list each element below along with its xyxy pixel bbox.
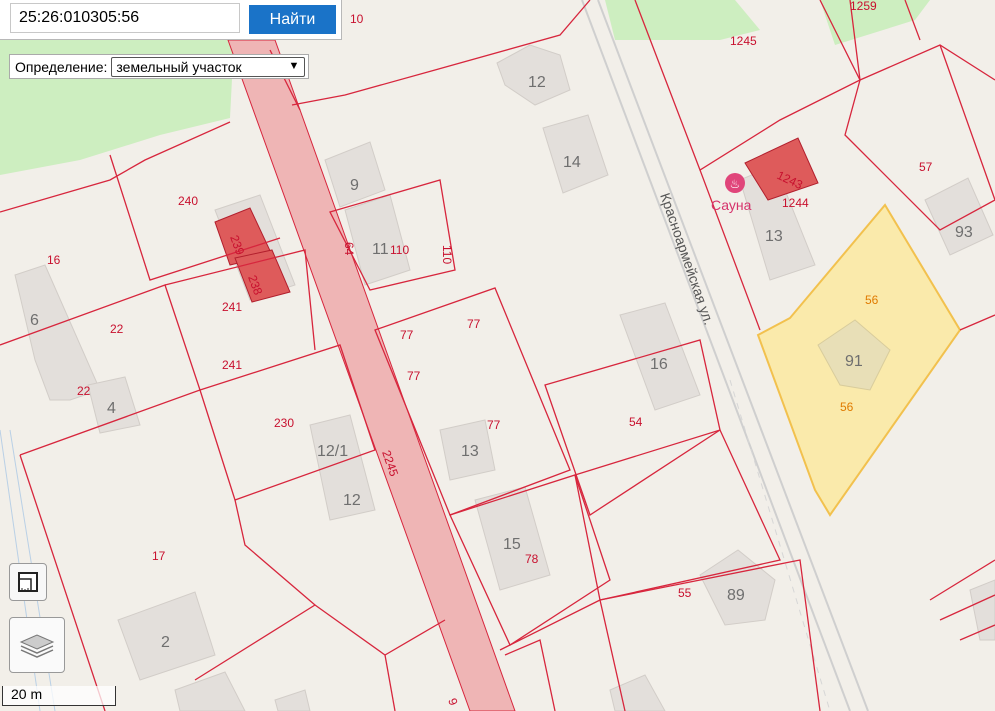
- house-number: 91: [845, 353, 863, 370]
- parcel-number: 77: [467, 317, 481, 331]
- parcel-number: 54: [629, 415, 643, 429]
- parcel-number: 77: [487, 418, 501, 432]
- layers-icon: [19, 634, 55, 658]
- parcel-number: 1259: [850, 0, 877, 13]
- parcel-number: 57: [919, 160, 933, 174]
- parcel-number: 10: [350, 12, 364, 26]
- parcel-number: 55: [678, 586, 692, 600]
- house-number: 11: [372, 241, 389, 258]
- parcel-number: 22: [77, 384, 91, 398]
- chevron-down-icon: ▼: [288, 59, 300, 72]
- ruler-icon: [18, 572, 38, 592]
- scale-bar: 20 m: [2, 686, 116, 706]
- parcel-number: 110: [440, 245, 454, 264]
- selected-parcel-label: 56: [840, 400, 854, 414]
- house-number: 89: [727, 587, 745, 604]
- parcel-number: 77: [400, 328, 414, 342]
- sauna-icon-glyph: ♨: [730, 177, 741, 191]
- parcel-number: 77: [407, 369, 421, 383]
- parcel-number: 17: [152, 549, 166, 563]
- definition-selected-value: земельный участок: [116, 58, 242, 75]
- parcel-number: 241: [222, 358, 242, 372]
- find-button[interactable]: Найти: [249, 5, 336, 34]
- layers-button[interactable]: [9, 617, 65, 673]
- parcel-number: 78: [525, 552, 539, 566]
- parcel-number: 240: [178, 194, 198, 208]
- parcel-number: 230: [274, 416, 294, 430]
- parcel-number: 22: [110, 322, 124, 336]
- scale-label: 20 m: [11, 686, 43, 702]
- parcel-number: 16: [47, 253, 61, 267]
- house-number: 12: [528, 74, 546, 91]
- house-number: 2: [161, 634, 170, 651]
- house-number: 4: [107, 400, 116, 417]
- poi-label: Сауна: [711, 197, 752, 213]
- house-number: 14: [563, 154, 581, 171]
- house-number: 93: [955, 224, 973, 241]
- cadastral-search-input[interactable]: [10, 3, 240, 33]
- house-number: 15: [503, 536, 521, 553]
- house-number: 12: [343, 492, 361, 509]
- selected-parcel-label: 56: [865, 293, 879, 307]
- ruler-button[interactable]: [9, 563, 47, 601]
- house-number: 13: [461, 443, 479, 460]
- house-number: 6: [30, 312, 39, 329]
- parcel-number: 241: [222, 300, 242, 314]
- parcel-number: 110: [390, 243, 409, 257]
- parcel-number: 64: [342, 242, 356, 256]
- house-number: 13: [765, 228, 783, 245]
- parcel-number: 1244: [782, 196, 809, 210]
- definition-select[interactable]: земельный участок ▼: [111, 56, 306, 77]
- definition-panel: Определение: земельный участок ▼: [9, 54, 310, 79]
- cadastral-map[interactable]: Красноармейская ул. 2245 ♨ Сауна 12 14 9…: [0, 0, 995, 711]
- house-number: 9: [350, 177, 359, 194]
- parcel-number: 1245: [730, 34, 757, 48]
- search-panel: Найти: [0, 0, 342, 40]
- house-number: 16: [650, 356, 668, 373]
- house-number: 12/1: [317, 443, 348, 460]
- definition-label: Определение:: [15, 58, 108, 75]
